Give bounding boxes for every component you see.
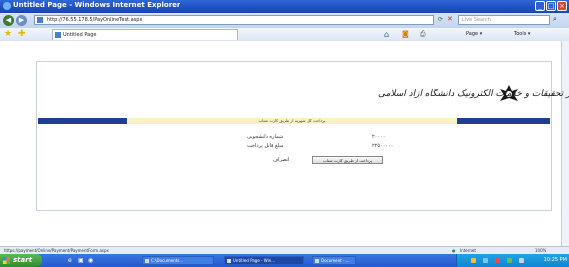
quick-launch-media-icon[interactable]: ◉ — [88, 257, 93, 264]
command-bar: ★ ✚ Untitled Page ⌂ ◙ ⎙ Page ▾ Tools ▾ — [0, 28, 569, 42]
folder-icon — [145, 259, 149, 263]
search-placeholder: Live Search — [462, 17, 491, 23]
taskbar-item-ie[interactable]: Untitled Page - Win... — [224, 256, 304, 265]
taskbar-item-label: C:\Documents... — [151, 258, 184, 263]
tray-icon[interactable] — [495, 258, 500, 263]
tray-icon[interactable] — [507, 258, 512, 263]
address-bar[interactable]: http://76.55.178.5/PayOnlineTest.aspx — [34, 15, 434, 25]
add-favorites-icon[interactable]: ✚ — [18, 29, 26, 39]
system-tray: 10:25 PM — [456, 254, 569, 267]
page-icon — [37, 17, 43, 23]
tray-icon[interactable] — [471, 258, 476, 263]
notice-bar: پرداخت کل شهریه از طریق کارت شتاب — [127, 118, 457, 124]
page-menu-label: Page — [466, 31, 479, 37]
page-menu[interactable]: Page ▾ — [466, 30, 482, 39]
amount-value: ۲۲۵۰۰۰۰۰ — [372, 143, 394, 149]
university-banner: مرکز تحقیقات و خدمات الکترونیک دانشگاه آ… — [38, 63, 569, 121]
clock: 10:25 PM — [543, 257, 567, 263]
student-id-label: شماره دانشجویی — [247, 134, 284, 140]
ie-app-icon — [3, 2, 11, 10]
rss-icon[interactable]: ◙ — [402, 30, 409, 39]
banner-title: مرکز تحقیقات و خدمات الکترونیک دانشگاه آ… — [378, 89, 569, 99]
tab-untitled-page[interactable]: Untitled Page — [52, 29, 238, 40]
search-input[interactable]: Live Search — [458, 15, 550, 25]
navigation-bar: ◀ ▶ http://76.55.178.5/PayOnlineTest.asp… — [0, 13, 569, 29]
search-icon[interactable]: ⌕ — [553, 15, 557, 24]
back-arrow-icon[interactable]: ◀ — [3, 15, 14, 26]
start-button[interactable]: start — [0, 254, 42, 267]
vertical-scrollbar[interactable] — [561, 41, 569, 246]
document-icon — [315, 259, 319, 263]
taskbar-item-explorer[interactable]: C:\Documents... — [142, 256, 214, 265]
tray-icon[interactable] — [519, 258, 524, 263]
minimize-icon[interactable]: _ — [535, 1, 545, 11]
quick-launch-ie-icon[interactable]: e — [68, 257, 72, 264]
page-icon — [55, 32, 61, 38]
pay-button[interactable]: پرداخت از طریق کارت شتاب — [312, 156, 383, 164]
close-icon[interactable]: × — [557, 1, 567, 11]
ie-icon — [227, 259, 231, 263]
tab-label: Untitled Page — [63, 32, 97, 38]
payment-page: مرکز تحقیقات و خدمات الکترونیک دانشگاه آ… — [36, 61, 569, 211]
cancel-link[interactable]: انصراف — [273, 157, 289, 163]
taskbar-item-label: Document - ... — [321, 258, 350, 263]
windows-taskbar: start e ▣ ◉ C:\Documents... Untitled Pag… — [0, 254, 569, 267]
quick-launch-desktop-icon[interactable]: ▣ — [78, 257, 84, 264]
windows-logo-icon — [3, 257, 10, 264]
maximize-icon[interactable]: □ — [546, 1, 556, 11]
window-title-bar: Untitled Page - Windows Internet Explore… — [0, 0, 569, 13]
print-icon[interactable]: ⎙ — [420, 30, 426, 39]
forward-arrow-icon[interactable]: ▶ — [16, 15, 27, 26]
address-text: http://76.55.178.5/PayOnlineTest.aspx — [47, 17, 143, 23]
tools-menu-label: Tools — [514, 31, 527, 37]
refresh-icon[interactable]: ⟳ — [438, 16, 443, 23]
amount-label: مبلغ قابل پرداخت — [247, 143, 284, 149]
window-title: Untitled Page - Windows Internet Explore… — [13, 1, 181, 9]
student-id-value: ۲۰۰۰۰ — [372, 134, 386, 140]
tools-menu[interactable]: Tools ▾ — [514, 30, 530, 39]
taskbar-item-document[interactable]: Document - ... — [312, 256, 356, 265]
stop-icon[interactable]: ✕ — [447, 15, 453, 23]
home-icon[interactable]: ⌂ — [384, 30, 389, 39]
tray-icon[interactable] — [483, 258, 488, 263]
favorites-star-icon[interactable]: ★ — [4, 29, 12, 39]
start-label: start — [13, 256, 33, 264]
taskbar-item-label: Untitled Page - Win... — [233, 258, 276, 263]
